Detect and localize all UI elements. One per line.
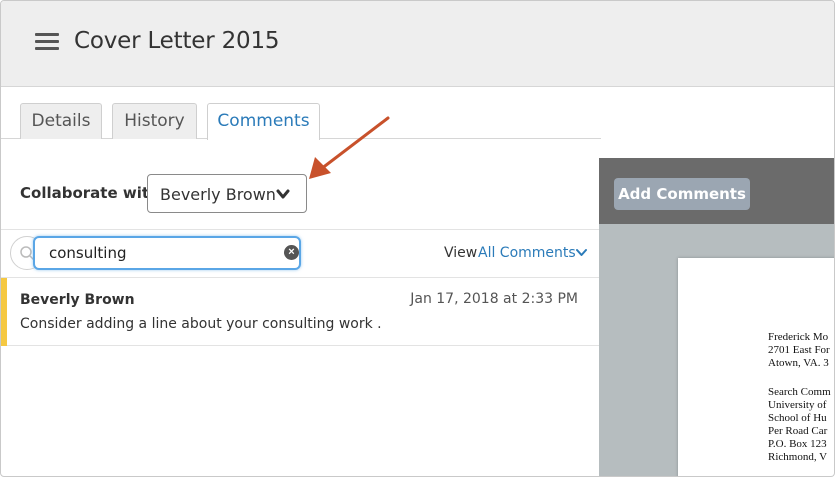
menu-icon-bar: [35, 40, 59, 43]
comment-marker: [1, 278, 7, 346]
document-page[interactable]: Frederick Mo 2701 East For Atown, VA. 3 …: [678, 258, 834, 476]
clear-search-icon[interactable]: ×: [284, 245, 299, 260]
document-preview-panel: Add Comments Frederick Mo 2701 East For …: [599, 158, 834, 476]
document-line: P.O. Box 123: [768, 438, 827, 450]
all-comments-link[interactable]: All Comments: [478, 245, 576, 261]
section-divider: [1, 229, 599, 230]
comment-search: ×: [10, 236, 302, 270]
document-line: Frederick Mo: [768, 331, 829, 343]
view-label: View: [444, 245, 478, 261]
add-comments-button[interactable]: Add Comments: [614, 178, 750, 210]
collaborate-label: Collaborate with: [20, 184, 160, 202]
app-window: Cover Letter 2015 Details History Commen…: [0, 0, 835, 477]
collaborator-select[interactable]: Beverly Brown: [147, 174, 307, 213]
document-line: Search Comm: [768, 386, 831, 398]
collaborator-selected-value: Beverly Brown: [160, 185, 276, 204]
comment-item[interactable]: Beverly Brown Jan 17, 2018 at 2:33 PM Co…: [1, 278, 599, 346]
menu-icon[interactable]: [35, 33, 59, 51]
document-line: Per Road Car: [768, 425, 828, 437]
comment-timestamp: Jan 17, 2018 at 2:33 PM: [410, 291, 578, 307]
chevron-down-icon[interactable]: [575, 248, 588, 258]
document-line: School of Hu: [768, 412, 827, 424]
page-title: Cover Letter 2015: [74, 28, 280, 54]
document-line: Richmond, V: [768, 451, 828, 463]
tab-comments[interactable]: Comments: [207, 103, 320, 140]
document-toolbar: Add Comments: [599, 158, 834, 224]
menu-icon-bar: [35, 47, 59, 50]
comment-text: Consider adding a line about your consul…: [20, 316, 382, 332]
menu-icon-bar: [35, 33, 59, 36]
chevron-down-icon: [276, 189, 290, 199]
tab-history[interactable]: History: [112, 103, 197, 139]
document-line: University of: [768, 399, 827, 411]
tab-details[interactable]: Details: [20, 103, 102, 139]
document-line: Atown, VA. 3: [768, 357, 829, 369]
document-line: 2701 East For: [768, 344, 830, 356]
header-bar: Cover Letter 2015: [1, 1, 834, 87]
comment-author: Beverly Brown: [20, 292, 135, 308]
search-input[interactable]: [33, 236, 301, 270]
